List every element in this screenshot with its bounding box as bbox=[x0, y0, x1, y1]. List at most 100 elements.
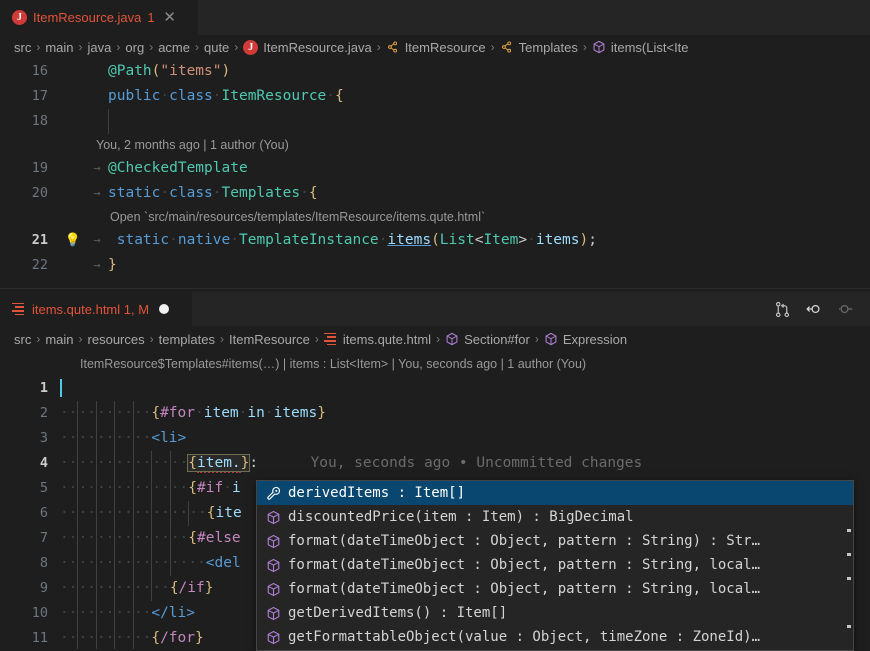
class-icon bbox=[386, 40, 400, 54]
line-number: 20 bbox=[31, 185, 48, 201]
line-number: 16 bbox=[31, 63, 48, 79]
breadcrumb-separator-icon: › bbox=[436, 332, 441, 346]
code-line[interactable]: 18 bbox=[0, 109, 870, 134]
breadcrumb-separator-icon: › bbox=[36, 40, 41, 54]
breadcrumb-item-resources[interactable]: resources bbox=[88, 332, 145, 347]
code-text: } bbox=[108, 257, 117, 273]
breadcrumb-item-src[interactable]: src bbox=[14, 40, 31, 55]
suggestion-popup[interactable]: derivedItems : Item[] discountedPrice(it… bbox=[256, 480, 854, 651]
suggestion-item[interactable]: format(dateTimeObject : Object, pattern … bbox=[257, 553, 853, 577]
code-line[interactable]: 2 ··········{#for·item·in·items} bbox=[0, 401, 870, 426]
method-icon bbox=[265, 509, 281, 525]
breadcrumb-item-src[interactable]: src bbox=[14, 332, 31, 347]
suggestion-item[interactable]: getFormattableObject(value : Object, tim… bbox=[257, 625, 853, 649]
code-lens-open-template[interactable]: Open `src/main/resources/templates/ItemR… bbox=[0, 206, 870, 228]
tab-items-qute-html[interactable]: items.qute.html 1, M bbox=[0, 292, 192, 326]
code-text: static·native·TemplateInstance·items(Lis… bbox=[116, 232, 597, 248]
class-icon bbox=[500, 40, 514, 54]
code-lens-authors[interactable]: You, 2 months ago | 1 author (You) bbox=[0, 134, 870, 156]
property-icon bbox=[265, 485, 281, 501]
go-forward-icon[interactable] bbox=[836, 299, 856, 319]
fold-arrow-icon: → bbox=[93, 233, 101, 247]
code-text: @CheckedTemplate bbox=[108, 160, 248, 176]
code-line[interactable]: 19 → @CheckedTemplate bbox=[0, 156, 870, 181]
compare-changes-icon[interactable] bbox=[772, 299, 792, 319]
line-number: 4 bbox=[39, 455, 48, 471]
breadcrumb-item-expression[interactable]: Expression bbox=[544, 332, 627, 347]
breadcrumb-item-method-items[interactable]: items(List<Ite bbox=[592, 40, 689, 55]
breadcrumb-label: items(List<Ite bbox=[610, 39, 689, 55]
breadcrumb-label: src bbox=[14, 331, 32, 347]
breadcrumb-item-templates[interactable]: templates bbox=[159, 332, 215, 347]
code-lens-template-info[interactable]: ItemResource$Templates#items(…) | items … bbox=[0, 352, 870, 376]
breadcrumb-item-org[interactable]: org bbox=[125, 40, 144, 55]
line-number: 22 bbox=[31, 257, 48, 273]
code-lens-label[interactable]: You, 2 months ago | 1 author (You) bbox=[96, 133, 289, 158]
breadcrumb-label: acme bbox=[158, 39, 190, 55]
line-number: 8 bbox=[39, 555, 48, 571]
close-icon[interactable]: ✕ bbox=[161, 9, 179, 27]
code-line[interactable]: 17 public·class·ItemResource·{ bbox=[0, 84, 870, 109]
line-number: 17 bbox=[31, 88, 48, 104]
breadcrumb-label: org bbox=[125, 39, 145, 55]
unsaved-dot-icon[interactable] bbox=[159, 304, 170, 314]
breadcrumb-label: ItemResource bbox=[228, 331, 310, 347]
breadcrumb-item-main[interactable]: main bbox=[45, 332, 73, 347]
suggestion-item[interactable]: derivedItems : Item[] bbox=[257, 481, 853, 505]
breadcrumb-item-file[interactable]: items.qute.html bbox=[323, 332, 431, 347]
breadcrumb-item-class-templates[interactable]: Templates bbox=[500, 40, 578, 55]
breadcrumb-item-qute[interactable]: qute bbox=[204, 40, 229, 55]
code-text: ··········{#for·item·in·items} bbox=[60, 401, 870, 426]
breadcrumb-separator-icon: › bbox=[490, 40, 495, 54]
suggestion-item[interactable]: discountedPrice(item : Item) : BigDecima… bbox=[257, 505, 853, 529]
lightbulb-icon[interactable]: 💡 bbox=[60, 228, 86, 253]
breadcrumb-separator-icon: › bbox=[36, 332, 41, 346]
breadcrumb-separator-icon: › bbox=[582, 40, 587, 54]
code-lens-label[interactable]: Open `src/main/resources/templates/ItemR… bbox=[110, 205, 485, 230]
code-text: static·class·Templates·{ bbox=[108, 185, 318, 201]
tabbar-editor2: items.qute.html 1, M bbox=[0, 292, 870, 326]
code-line-current[interactable]: 4 ··············{item.}: You, seconds ag… bbox=[0, 451, 870, 476]
code-line-current[interactable]: 21 💡 → static·native·TemplateInstance·it… bbox=[0, 228, 870, 253]
editor-group-divider bbox=[0, 288, 870, 289]
code-text: ··············{item.}: You, seconds ago … bbox=[60, 451, 870, 476]
breadcrumb-separator-icon: › bbox=[376, 40, 381, 54]
breadcrumb-label: ItemResource bbox=[404, 39, 486, 55]
breadcrumb-item-acme[interactable]: acme bbox=[158, 40, 190, 55]
tab-itemresource-java[interactable]: J ItemResource.java 1 ✕ bbox=[0, 0, 198, 35]
tab-label: ItemResource.java bbox=[33, 10, 142, 25]
suggestion-scrollbar[interactable] bbox=[843, 481, 853, 650]
go-back-icon[interactable] bbox=[804, 299, 824, 319]
suggestion-label: format(dateTimeObject : Object, pattern … bbox=[288, 557, 761, 573]
code-line[interactable]: 3 ··········<li> bbox=[0, 426, 870, 451]
suggestion-label: getFormattableObject(value : Object, tim… bbox=[288, 629, 761, 645]
breadcrumb-label: Section#for bbox=[464, 331, 530, 347]
code-line-current[interactable]: 1 bbox=[0, 376, 870, 401]
breadcrumb-item-main[interactable]: main bbox=[45, 40, 73, 55]
breadcrumb-item-itemresource[interactable]: ItemResource bbox=[229, 332, 310, 347]
suggestion-label: getDerivedItems() : Item[] bbox=[288, 605, 508, 621]
method-icon bbox=[445, 332, 459, 346]
breadcrumb-item-class-itemresource[interactable]: ItemResource bbox=[386, 40, 486, 55]
breadcrumb-item-section-for[interactable]: Section#for bbox=[445, 332, 530, 347]
breadcrumb-separator-icon: › bbox=[149, 40, 154, 54]
breadcrumb-label: main bbox=[45, 331, 74, 347]
suggestion-item[interactable]: getDerivedItems() : Item[] bbox=[257, 601, 853, 625]
code-text bbox=[108, 109, 870, 134]
breadcrumb-editor1: src › main › java › org › acme › qute › … bbox=[0, 35, 870, 59]
line-number: 21 bbox=[31, 232, 48, 248]
code-lens-label[interactable]: ItemResource$Templates#items(…) | items … bbox=[80, 352, 586, 377]
breadcrumb-item-file[interactable]: J ItemResource.java bbox=[243, 39, 372, 55]
code-editor-java[interactable]: 16 @Path("items") 17 public·class·ItemRe… bbox=[0, 59, 870, 288]
breadcrumb-item-java[interactable]: java bbox=[88, 40, 112, 55]
code-line[interactable]: 22 → } bbox=[0, 253, 870, 278]
line-number: 7 bbox=[39, 530, 48, 546]
code-line[interactable]: 16 @Path("items") bbox=[0, 59, 870, 84]
fold-arrow-icon: → bbox=[93, 258, 101, 272]
suggestion-item[interactable]: format(dateTimeObject : Object, pattern … bbox=[257, 577, 853, 601]
suggestion-item[interactable]: format(dateTimeObject : Object, pattern … bbox=[257, 529, 853, 553]
tab-label: items.qute.html 1, M bbox=[32, 301, 150, 317]
code-line[interactable]: 20 → static·class·Templates·{ bbox=[0, 181, 870, 206]
breadcrumb-label: ItemResource.java bbox=[263, 39, 372, 55]
breadcrumb-separator-icon: › bbox=[78, 40, 83, 54]
